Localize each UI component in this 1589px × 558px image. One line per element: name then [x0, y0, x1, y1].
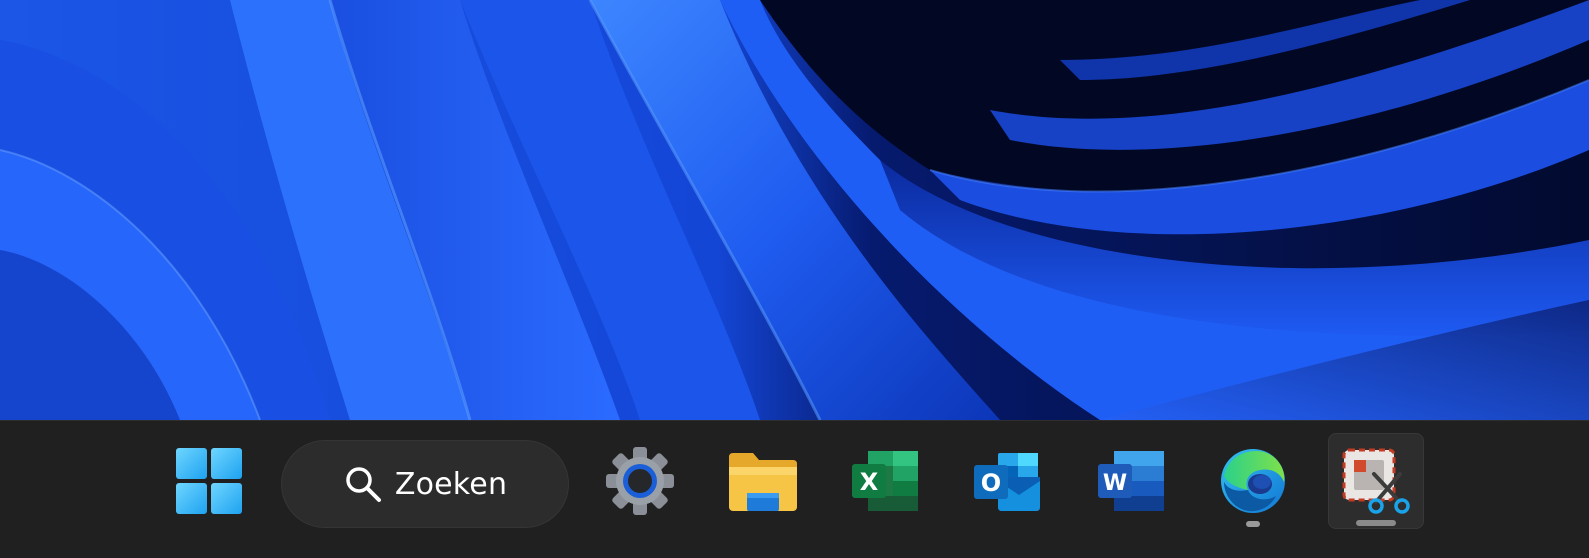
search-icon	[346, 467, 381, 502]
taskbar-app-file-explorer[interactable]	[715, 433, 811, 529]
word-icon: W	[1098, 451, 1164, 511]
excel-icon: X	[852, 451, 918, 511]
search-label: Zoeken	[394, 466, 508, 502]
folder-icon	[729, 453, 797, 511]
taskbar-app-snipping-tool[interactable]	[1328, 433, 1424, 529]
taskbar: Zoeken X O W	[0, 420, 1589, 558]
snipping-tool-icon	[1342, 448, 1410, 514]
edge-icon	[1221, 449, 1285, 513]
taskbar-app-edge[interactable]	[1205, 433, 1301, 529]
taskbar-app-word[interactable]: W	[1083, 433, 1179, 529]
excel-letter: X	[860, 468, 879, 496]
edge-running-indicator	[1246, 521, 1260, 527]
taskbar-app-outlook[interactable]: O	[960, 433, 1056, 529]
windows-start-icon	[176, 448, 242, 514]
outlook-icon: O	[974, 453, 1040, 511]
taskbar-app-excel[interactable]: X	[837, 433, 933, 529]
word-letter: W	[1103, 471, 1127, 496]
outlook-letter: O	[981, 469, 1001, 497]
desktop-screen: Zoeken X O W	[0, 0, 1589, 558]
settings-gear-icon	[606, 447, 674, 515]
taskbar-search-box[interactable]: Zoeken	[281, 440, 569, 528]
desktop-wallpaper	[0, 0, 1589, 420]
snipping-tool-active-indicator	[1356, 520, 1396, 526]
taskbar-app-settings[interactable]	[592, 433, 688, 529]
start-button[interactable]	[161, 433, 257, 529]
